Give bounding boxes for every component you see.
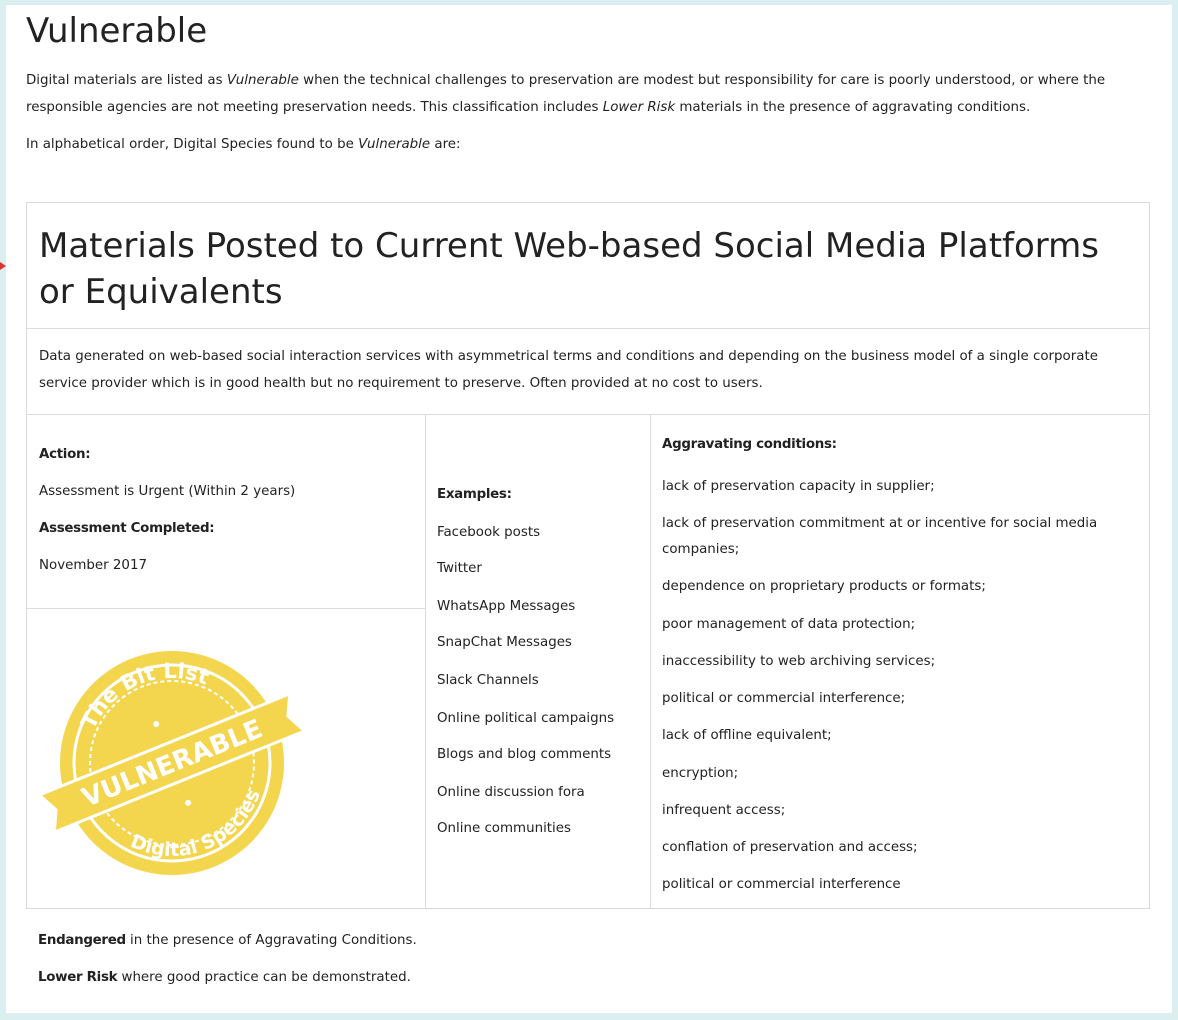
aggravating-condition-item: infrequent access; [662,803,786,818]
intro-paragraph: Digital materials are listed as Vulnerab… [26,67,1158,121]
aggravating-condition-item: lack of offline equivalent; [662,728,832,743]
intro-text: are: [430,137,461,152]
column-divider [650,414,651,908]
action-value: Assessment is Urgent (Within 2 years) [39,484,296,499]
intro-listing-sentence: In alphabetical order, Digital Species f… [26,131,461,158]
examples-label: Examples: [437,487,512,502]
intro-text: In alphabetical order, Digital Species f… [26,137,359,152]
assessment-completed-label: Assessment Completed: [39,521,215,536]
column-divider [425,414,426,908]
aggravating-condition-item: poor management of data protection; [662,617,916,632]
card-title: Materials Posted to Current Web-based So… [39,226,1100,312]
card-divider [27,328,1149,329]
example-item: Online political campaigns [437,711,615,726]
example-item: Online discussion fora [437,785,585,800]
footer-lower-risk-note: Lower Risk where good practice can be de… [38,970,411,985]
example-item: Slack Channels [437,673,539,688]
aggravating-conditions-label: Aggravating conditions: [662,437,837,452]
action-label: Action: [39,447,91,462]
intro-emphasis: Vulnerable [358,137,431,152]
assessment-completed-value: November 2017 [39,558,147,573]
example-item: Online communities [437,821,571,836]
aggravating-condition-item: conflation of preservation and access; [662,840,918,855]
page-title: Vulnerable [26,11,208,51]
intro-emphasis: Vulnerable [226,73,299,88]
aggravating-condition-item: encryption; [662,766,739,781]
species-card: Materials Posted to Current Web-based So… [26,202,1150,909]
intro-text: materials in the presence of aggravating… [675,100,1031,115]
example-item: Twitter [437,561,482,576]
intro-emphasis: Lower Risk [602,100,676,115]
footer-bold: Lower Risk [38,970,118,985]
page-content: Vulnerable Digital materials are listed … [6,5,1172,1013]
vulnerable-stamp-logo: The Bit List Digital Species VULNERABLE [39,641,308,882]
aggravating-condition-item: dependence on proprietary products or fo… [662,579,986,594]
example-item: Blogs and blog comments [437,747,612,762]
aggravating-condition-item: lack of preservation commitment at or in… [662,516,1098,557]
aggravating-condition-item: inaccessibility to web archiving service… [662,654,936,669]
footer-bold: Endangered [38,933,126,948]
example-item: SnapChat Messages [437,635,572,650]
card-divider [27,608,425,609]
footer-text: in the presence of Aggravating Condition… [125,933,417,948]
example-item: WhatsApp Messages [437,599,576,614]
aggravating-condition-item: political or commercial interference; [662,691,906,706]
card-description: Data generated on web-based social inter… [39,349,1098,391]
example-item: Facebook posts [437,525,541,540]
intro-text: Digital materials are listed as [26,73,227,88]
aggravating-condition-item: lack of preservation capacity in supplie… [662,479,935,494]
footer-text: where good practice can be demonstrated. [117,970,411,985]
card-divider [27,414,1149,415]
aggravating-condition-item: political or commercial interference [662,877,901,892]
footer-endangered-note: Endangered in the presence of Aggravatin… [38,933,417,948]
